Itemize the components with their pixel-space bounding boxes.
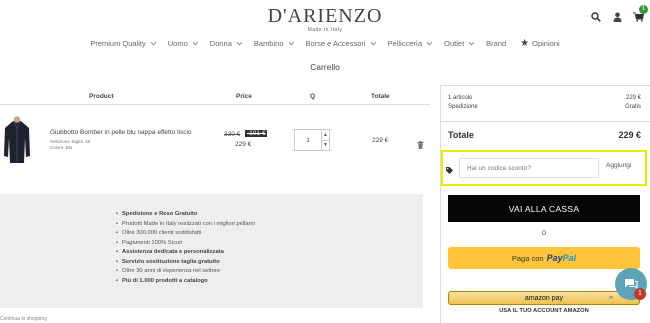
chevron-down-icon [426, 39, 433, 45]
coupon-input[interactable] [459, 158, 599, 178]
nav-item-uomo[interactable]: Uomo [167, 38, 199, 49]
current-price: 229 € [235, 141, 252, 148]
or-separator: O [541, 231, 547, 237]
nav-label: Outlet [444, 39, 465, 48]
feature-item: Oltre 300.000 clienti soddisfatti [116, 229, 255, 239]
chat-notification-badge: 1 [634, 288, 646, 300]
row-total: 229 € [372, 137, 389, 144]
nav-item-borse-accessori[interactable]: Borse e Accessori [305, 38, 376, 49]
header-product: Product [89, 93, 114, 100]
product-name[interactable]: Giubbotto Bomber in pelle blu nappa effe… [50, 129, 192, 136]
shipping-value: Gratis [624, 104, 641, 110]
feature-item: Pagamenti 100% Sicuri [116, 239, 255, 249]
nav-label: Donna [209, 39, 232, 48]
summary-divider [441, 121, 650, 122]
page-title: Carrello [310, 62, 340, 72]
search-icon[interactable] [590, 11, 602, 23]
chevron-down-icon[interactable]: ▼ [322, 141, 329, 151]
star-icon: ★ [520, 38, 530, 49]
header-qty: Q [310, 93, 316, 100]
nav-item-outlet[interactable]: Outlet [444, 38, 475, 49]
nav-item-pellicceria[interactable]: Pelliccerìa [387, 38, 433, 49]
feature-item: Più di 1.000 prodotti a catalogo [116, 277, 255, 287]
nav-item-brand[interactable]: Brand [486, 38, 506, 49]
product-color: Colore: Blu [50, 144, 73, 150]
nav-label: Bambino [253, 39, 284, 48]
discount-badge: -101 € [245, 130, 268, 137]
header-icons: 1 [590, 5, 648, 23]
feature-item: Servizio sostituzione taglia gratuito [116, 258, 255, 268]
feature-item: Spedizione e Reso Gratuito [116, 210, 255, 220]
amazon-pay-button[interactable]: amazon pay ›› [448, 291, 640, 305]
paypal-logo: PayPal [547, 253, 577, 263]
chevron-down-icon [288, 39, 294, 45]
logo-text: D'ARIENZO [267, 5, 383, 27]
paypal-logo-pal: Pal [562, 253, 577, 263]
paypal-button[interactable]: Paga con PayPal [448, 247, 640, 269]
feature-item: Oltre 30 anni di esperienza nel settore [116, 267, 255, 277]
logo-subtitle: Made in Italy [307, 27, 343, 33]
trash-icon[interactable] [417, 136, 424, 154]
header-total: Totale [371, 93, 390, 100]
nav-label: Opinioni [532, 39, 560, 48]
cart-icon[interactable]: 1 [632, 5, 648, 23]
table-divider [0, 104, 430, 105]
nav-item-bambino[interactable]: Bambino [253, 38, 294, 49]
quantity-value[interactable]: 1 [295, 130, 321, 150]
user-icon[interactable] [611, 11, 623, 23]
double-chevron-icon: ›› [609, 295, 613, 301]
chevron-up-icon[interactable]: ▲ [322, 130, 329, 141]
amazon-pay-label: USA IL TUO ACCOUNT AMAZON [499, 308, 589, 314]
site-logo[interactable]: D'ARIENZO Made in Italy [0, 6, 650, 33]
nav-item-premium-quality[interactable]: Premium Quality [90, 38, 157, 49]
header-price: Price [236, 93, 252, 100]
feature-item: Assistenza dedicata e personalizzata [116, 248, 255, 258]
total-value: 229 € [618, 130, 641, 140]
feature-item: Prodotti Made in Italy realizzati con i … [116, 220, 255, 230]
nav-label: Uomo [167, 39, 188, 48]
items-subtotal: 229 € [625, 95, 641, 101]
chevron-down-icon [236, 39, 243, 45]
nav-label: Borse e Accessori [305, 39, 366, 48]
product-image[interactable] [3, 116, 31, 166]
nav-item-opinioni[interactable]: ★ Opinioni [520, 38, 560, 49]
amazon-pay-logo: amazon pay [524, 294, 564, 302]
nav-label: Pelliccerìa [387, 39, 423, 48]
nav-label: Premium Quality [90, 39, 146, 48]
chevron-down-icon [370, 39, 376, 45]
paypal-prefix: Paga con [511, 253, 544, 263]
coupon-apply-button[interactable]: Aggiungi [606, 162, 631, 169]
features-list: Spedizione e Reso Gratuito Prodotti Made… [116, 210, 255, 286]
main-nav: Premium Quality Uomo Donna Bambino Borse… [0, 38, 650, 49]
cart-count-badge: 1 [639, 5, 648, 14]
chevron-down-icon [468, 39, 475, 45]
product-size: Seleziona Taglia: 48 [50, 139, 91, 144]
old-price: 330 € [224, 131, 241, 138]
chevron-down-icon [150, 39, 157, 45]
checkout-button[interactable]: VAI ALLA CASSA [448, 195, 640, 222]
continue-shopping-link[interactable]: Continua lo shopping [0, 316, 47, 322]
features-box: Spedizione e Reso Gratuito Prodotti Made… [0, 194, 423, 308]
total-label: Totale [448, 130, 474, 140]
quantity-stepper[interactable]: 1 ▲ ▼ [294, 129, 330, 151]
quantity-buttons: ▲ ▼ [321, 130, 329, 150]
nav-item-donna[interactable]: Donna [209, 38, 243, 49]
cart-page: D'ARIENZO Made in Italy 1 Premium Qualit… [0, 0, 650, 323]
paypal-logo-pay: Pay [546, 253, 563, 263]
items-count-label: 1 articolo [448, 95, 473, 101]
nav-label: Brand [486, 39, 507, 48]
tag-icon [446, 161, 453, 179]
chevron-down-icon [192, 39, 199, 45]
shipping-label: Spedizione [448, 104, 478, 110]
product-meta: Seleziona Taglia: 48 Colore: Blu [50, 139, 90, 150]
